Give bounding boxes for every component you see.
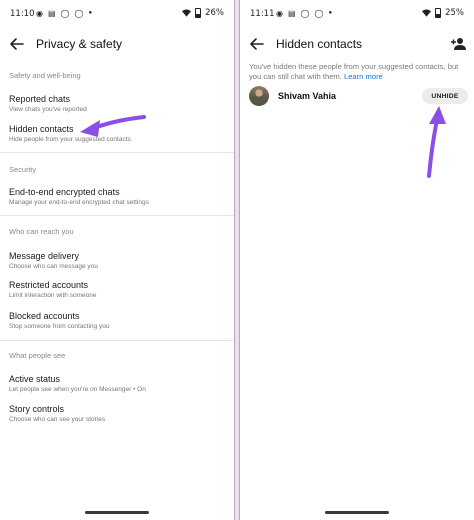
privacy-safety-screen: 11:10 ◉ ▤ ◯ ◯ ● 26% Privacy & safety Saf…: [0, 0, 234, 520]
hidden-contacts-screen: 11:11 ◉ ▤ ◯ ◯ ● 25% Hidden contacts You'…: [240, 0, 474, 520]
status-time: 11:11: [250, 9, 275, 19]
item-label: Reported chats: [9, 94, 71, 104]
messenger-notification-icon: ◯: [74, 9, 84, 18]
item-subtitle: Stop someone from contacting you: [9, 323, 110, 330]
annotation-arrow-icon: [427, 106, 446, 178]
avatar: [249, 86, 269, 106]
dot-icon: ●: [328, 10, 333, 16]
wifi-icon: [422, 9, 432, 17]
learn-more-link[interactable]: Learn more: [344, 72, 383, 81]
battery-percent: 26%: [205, 8, 224, 18]
add-person-icon[interactable]: [450, 36, 466, 52]
item-label: Message delivery: [9, 251, 80, 261]
messenger-notification-icon: ◯: [60, 9, 70, 18]
settings-item-restricted-accounts[interactable]: Restricted accounts Limit interaction wi…: [0, 280, 234, 308]
settings-item-message-delivery[interactable]: Message delivery Choose who can message …: [0, 251, 234, 279]
section-divider: [0, 152, 234, 153]
item-label: End-to-end encrypted chats: [9, 187, 120, 197]
messenger-notification-icon: ◯: [300, 9, 310, 18]
status-time: 11:10: [10, 9, 35, 19]
notification-icons: ◉ ▤ ◯ ◯ ●: [36, 9, 92, 18]
item-label: Story controls: [9, 404, 65, 414]
status-bar: 11:11 ◉ ▤ ◯ ◯ ● 25%: [240, 0, 474, 28]
chat-notification-icon: ◉: [276, 9, 283, 18]
section-header-security: Security: [9, 165, 37, 174]
item-label: Active status: [9, 374, 61, 384]
document-notification-icon: ▤: [47, 9, 56, 18]
hidden-contacts-description: You've hidden these people from your sug…: [249, 62, 469, 82]
item-subtitle: Choose who can see your stories: [9, 416, 106, 423]
section-divider: [0, 215, 234, 216]
battery-icon: [435, 8, 442, 18]
settings-item-story-controls[interactable]: Story controls Choose who can see your s…: [0, 404, 234, 432]
app-bar: Hidden contacts: [240, 28, 474, 60]
page-title: Hidden contacts: [276, 37, 363, 51]
status-bar: 11:10 ◉ ▤ ◯ ◯ ● 26%: [0, 0, 234, 28]
annotation-arrow-icon: [80, 115, 146, 137]
gesture-nav-handle: [85, 511, 149, 514]
messenger-notification-icon: ◯: [314, 9, 324, 18]
gesture-nav-handle: [325, 511, 389, 514]
dot-icon: ●: [88, 10, 93, 16]
contact-name: Shivam Vahia: [278, 91, 337, 101]
section-header-safety: Safety and well-being: [9, 71, 81, 80]
item-subtitle: Choose who can message you: [9, 263, 98, 270]
unhide-button[interactable]: UNHIDE: [422, 88, 468, 104]
item-subtitle: Manage your end-to-end encrypted chat se…: [9, 199, 149, 206]
item-label: Hidden contacts: [9, 124, 74, 134]
back-arrow-icon[interactable]: [248, 35, 266, 53]
item-subtitle: Limit interaction with someone: [9, 292, 97, 299]
settings-item-encrypted-chats[interactable]: End-to-end encrypted chats Manage your e…: [0, 187, 234, 215]
chat-notification-icon: ◉: [36, 9, 43, 18]
app-bar: Privacy & safety: [0, 28, 234, 60]
settings-item-blocked-accounts[interactable]: Blocked accounts Stop someone from conta…: [0, 311, 234, 339]
section-header-what-people-see: What people see: [9, 351, 66, 360]
item-subtitle: Let people see when you're on Messenger …: [9, 386, 146, 393]
settings-item-active-status[interactable]: Active status Let people see when you're…: [0, 374, 234, 402]
page-title: Privacy & safety: [36, 37, 123, 51]
battery-icon: [195, 8, 202, 18]
battery-percent: 25%: [445, 8, 464, 18]
section-header-reach: Who can reach you: [9, 227, 74, 236]
wifi-icon: [182, 9, 192, 17]
item-label: Restricted accounts: [9, 280, 89, 290]
notification-icons: ◉ ▤ ◯ ◯ ●: [276, 9, 332, 18]
item-label: Blocked accounts: [9, 311, 80, 321]
back-arrow-icon[interactable]: [8, 35, 26, 53]
section-divider: [0, 340, 234, 341]
document-notification-icon: ▤: [287, 9, 296, 18]
